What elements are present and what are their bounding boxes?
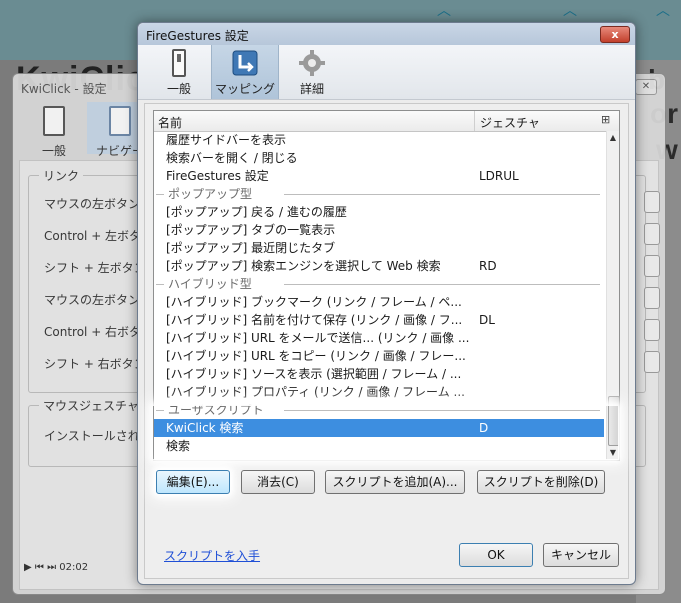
navigation-icon: [109, 106, 131, 136]
list-item[interactable]: [ポップアップ] 最近閉じたタブ: [154, 239, 604, 257]
skip-back-icon[interactable]: ⏮: [35, 562, 44, 573]
action-name: [ポップアップ] 戻る / 進むの履歴: [166, 205, 347, 219]
list-item[interactable]: FireGestures 設定 LDRUL: [154, 167, 604, 185]
switch-icon: [43, 106, 65, 136]
list-item[interactable]: [ポップアップ] タブの一覧表示: [154, 221, 604, 239]
setting-label: Control + 右ボタ: [44, 325, 142, 339]
list-item[interactable]: [ハイブリッド] 名前を付けて保存 (リンク / 画像 / フ... DL: [154, 311, 604, 329]
dropdown-button[interactable]: [644, 223, 660, 245]
get-scripts-link[interactable]: スクリプトを入手: [164, 547, 260, 564]
setting-label: シフト + 右ボタン: [44, 357, 146, 371]
install-text: インストールされ: [44, 429, 140, 443]
group-title: マウスジェスチャ: [39, 397, 143, 414]
scroll-up-icon[interactable]: ▲: [607, 131, 619, 145]
gear-icon: [298, 48, 326, 78]
clear-button[interactable]: 消去(C): [241, 470, 315, 494]
action-name: FireGestures 設定: [166, 169, 269, 183]
dropdown-button[interactable]: [644, 255, 660, 277]
action-name: ハイブリッド型: [168, 277, 252, 291]
list-item[interactable]: [ハイブリッド] URL をメールで送信... (リンク / 画像 ...: [154, 329, 604, 347]
action-name: [ハイブリッド] プロパティ (リンク / 画像 / フレーム ...: [166, 385, 465, 399]
column-picker-icon[interactable]: ⊞: [601, 113, 610, 126]
delete-script-button[interactable]: スクリプトを削除(D): [477, 470, 605, 494]
list-item[interactable]: [ハイブリッド] プロパティ (リンク / 画像 / フレーム ...: [154, 383, 604, 401]
close-button[interactable]: x: [600, 26, 630, 43]
action-name: [ポップアップ] 検索エンジンを選択して Web 検索: [166, 259, 441, 273]
setting-label: シフト + 左ボタン: [44, 261, 146, 275]
separator-line: [156, 194, 164, 195]
dialog-title: KwiClick - 設定: [21, 82, 107, 96]
cancel-button[interactable]: キャンセル: [543, 543, 619, 567]
add-script-button[interactable]: スクリプトを追加(A)...: [325, 470, 465, 494]
dropdown-button[interactable]: [644, 351, 660, 373]
column-divider: [474, 111, 475, 131]
list-item[interactable]: [ハイブリッド] ソースを表示 (選択範囲 / フレーム / ...: [154, 365, 604, 383]
setting-label: マウスの左ボタン: [44, 293, 141, 307]
preferences-toolbar: 一般 マッピング 詳細: [138, 45, 635, 100]
switch-icon: [165, 48, 193, 78]
firegestures-settings-dialog: FireGestures 設定 x 一般 マッピング 詳細 名前 ジェスチャ ⊞…: [137, 22, 636, 585]
user-script-section: [153, 406, 618, 459]
tab-general[interactable]: 一般: [21, 102, 87, 158]
dropdown-button[interactable]: [644, 287, 660, 309]
group-title: リンク: [39, 167, 84, 184]
setting-label: Control + 左ボタ: [44, 229, 142, 243]
chevron-up-icon: ︿: [656, 3, 670, 19]
list-item[interactable]: [ポップアップ] 検索エンジンを選択して Web 検索 RD: [154, 257, 604, 275]
dropdown-button[interactable]: [644, 319, 660, 341]
mapping-icon: [231, 48, 259, 78]
close-button[interactable]: ✕: [635, 79, 657, 95]
tab-mapping[interactable]: マッピング: [211, 45, 279, 99]
dialog-title: FireGestures 設定: [146, 29, 249, 43]
list-item[interactable]: [ポップアップ] 戻る / 進むの履歴: [154, 203, 604, 221]
action-name: [ハイブリッド] ソースを表示 (選択範囲 / フレーム / ...: [166, 367, 462, 381]
action-name: [ポップアップ] 最近閉じたタブ: [166, 241, 336, 255]
chevron-up-icon: ︿: [437, 3, 451, 19]
skip-forward-icon[interactable]: ⏭: [47, 562, 56, 573]
media-controls: ▶ ⏮ ⏭ 02:02: [24, 562, 88, 573]
play-icon[interactable]: ▶: [24, 562, 32, 573]
chevron-up-icon: ︿: [563, 3, 577, 19]
list-item[interactable]: [ハイブリッド] ブックマーク (リンク / フレーム / ペ...: [154, 293, 604, 311]
action-name: [ポップアップ] タブの一覧表示: [166, 223, 336, 237]
separator-line: [284, 284, 600, 285]
action-name: 履歴サイドバーを表示: [166, 133, 287, 147]
tab-label: マッピング: [214, 82, 275, 96]
close-icon: x: [611, 28, 619, 41]
list-item[interactable]: [ハイブリッド] URL をコピー (リンク / 画像 / フレー...: [154, 347, 604, 365]
list-item[interactable]: 履歴サイドバーを表示: [154, 131, 604, 149]
media-time: 02:02: [59, 562, 89, 573]
tab-label: 詳細: [299, 82, 324, 96]
dropdown-button[interactable]: [644, 191, 660, 213]
list-separator: ハイブリッド型: [154, 275, 604, 293]
list-header: 名前 ジェスチャ ⊞: [154, 111, 619, 132]
gesture-code: LDRUL: [479, 169, 519, 183]
list-item[interactable]: 検索バーを開く / 閉じる: [154, 149, 604, 167]
action-name: [ハイブリッド] ブックマーク (リンク / フレーム / ペ...: [166, 295, 462, 309]
list-separator: ポップアップ型: [154, 185, 604, 203]
action-name: [ハイブリッド] 名前を付けて保存 (リンク / 画像 / フ...: [166, 313, 463, 327]
action-name: 検索バーを開く / 閉じる: [166, 151, 298, 165]
tab-general[interactable]: 一般: [146, 45, 212, 99]
setting-label: マウスの左ボタン: [44, 197, 141, 211]
column-header-gesture[interactable]: ジェスチャ: [480, 114, 540, 131]
action-name: [ハイブリッド] URL をメールで送信... (リンク / 画像 ...: [166, 331, 470, 345]
tab-label: 一般: [41, 144, 66, 158]
edit-button[interactable]: 編集(E)...: [156, 470, 230, 494]
tab-label: 一般: [166, 82, 191, 96]
column-header-name[interactable]: 名前: [158, 114, 182, 131]
gesture-code: RD: [479, 259, 497, 273]
action-name: [ハイブリッド] URL をコピー (リンク / 画像 / フレー...: [166, 349, 466, 363]
separator-line: [156, 284, 164, 285]
action-name: ポップアップ型: [168, 187, 253, 201]
tab-advanced[interactable]: 詳細: [279, 45, 345, 99]
gesture-code: DL: [479, 313, 495, 327]
separator-line: [284, 194, 600, 195]
ok-button[interactable]: OK: [459, 543, 533, 567]
title-bar: FireGestures 設定 x: [138, 23, 635, 45]
